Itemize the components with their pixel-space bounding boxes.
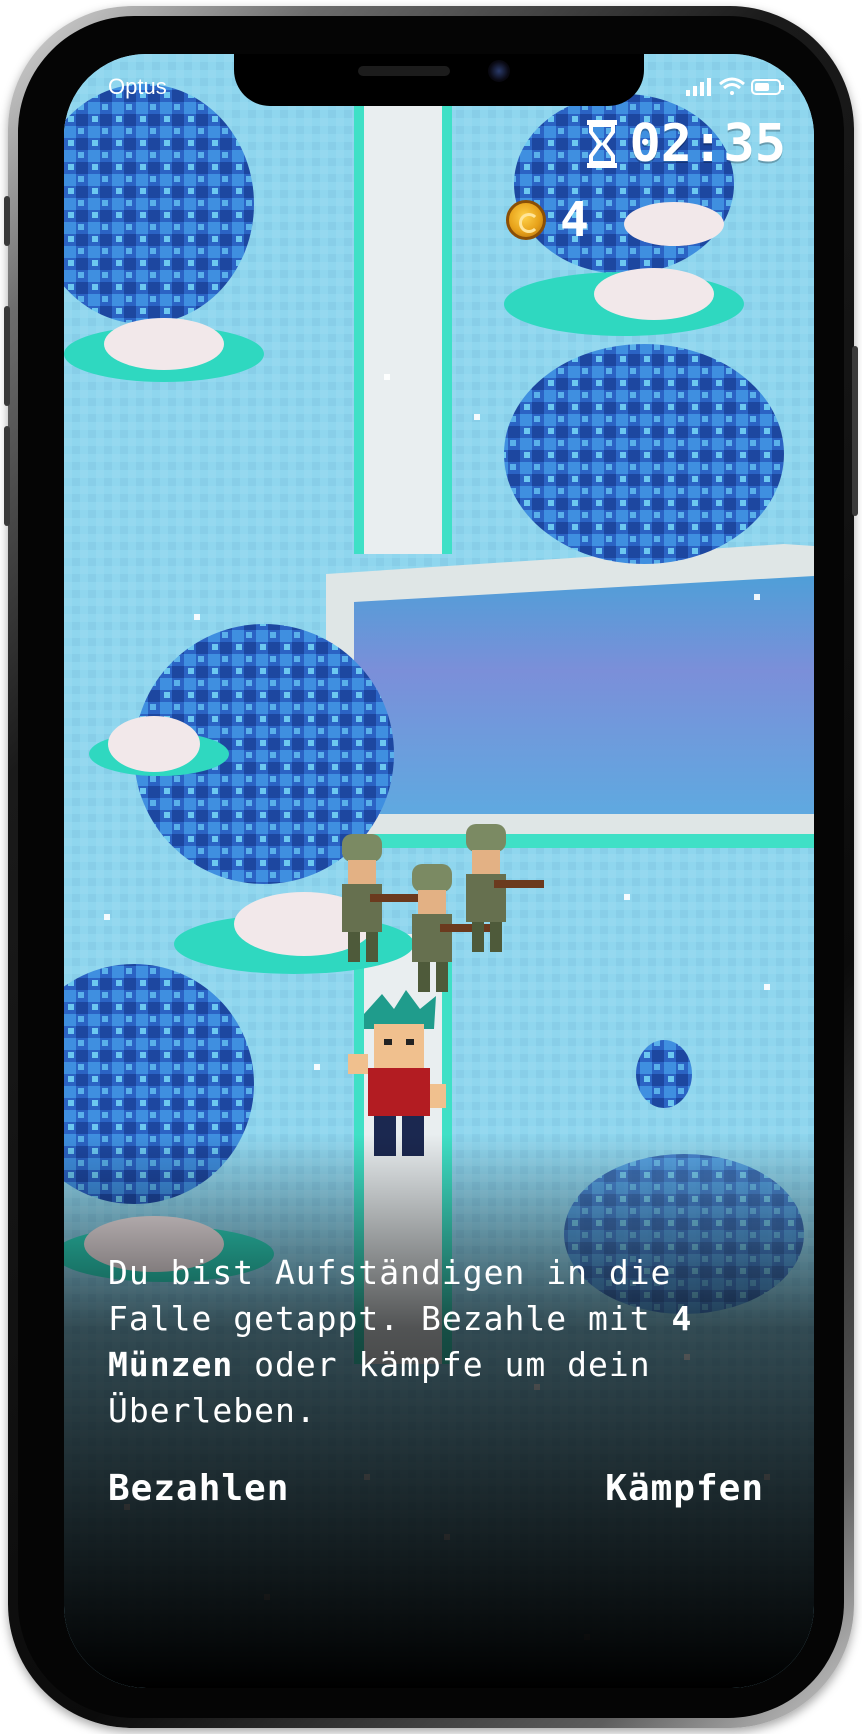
coin-icon xyxy=(506,200,546,240)
phone-frame: Optus 02:35 4 Du bist Aufständigen in di… xyxy=(4,6,858,1728)
status-icons xyxy=(686,76,786,98)
timer: 02:35 xyxy=(587,114,786,174)
volume-down-button xyxy=(4,426,10,526)
fight-button[interactable]: Kämpfen xyxy=(605,1468,764,1509)
timer-value: 02:35 xyxy=(629,114,786,174)
carrier-label: Optus xyxy=(108,74,167,99)
volume-up-button xyxy=(4,306,10,406)
game-scene xyxy=(64,54,814,1688)
speaker-grille xyxy=(358,66,450,76)
signal-icon xyxy=(686,78,711,96)
pay-button[interactable]: Bezahlen xyxy=(108,1468,289,1509)
hourglass-icon xyxy=(587,120,618,168)
coin-counter: 4 xyxy=(506,192,589,248)
dialog-message: Du bist Aufständigen in die Falle getapp… xyxy=(108,1250,748,1434)
game-screen[interactable]: Optus 02:35 4 Du bist Aufständigen in di… xyxy=(64,54,814,1688)
front-camera xyxy=(488,60,510,82)
power-button xyxy=(852,346,858,516)
notch xyxy=(234,54,644,106)
dialog-text-before: Du bist Aufständigen in die Falle getapp… xyxy=(108,1253,672,1338)
coin-count: 4 xyxy=(560,192,589,248)
wifi-icon xyxy=(719,77,745,95)
battery-icon xyxy=(751,79,784,95)
silent-switch xyxy=(4,196,10,246)
